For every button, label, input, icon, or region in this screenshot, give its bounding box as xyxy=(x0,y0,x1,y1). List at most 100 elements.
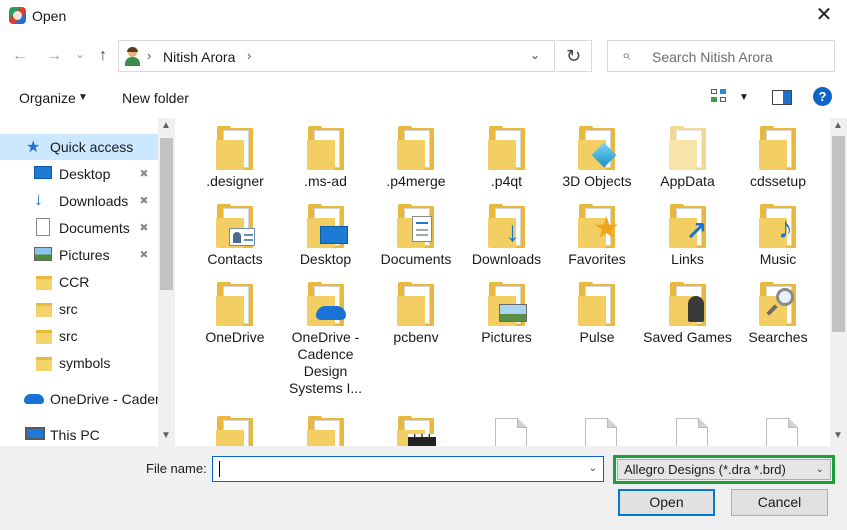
file-item-label: OneDrive - Cadence Design Systems I... xyxy=(288,329,363,396)
up-button[interactable]: ↑ xyxy=(93,46,113,66)
forward-button[interactable]: → xyxy=(44,46,64,66)
file-item[interactable]: Saved Games xyxy=(643,274,733,352)
file-item-label: Pictures xyxy=(481,329,532,345)
folder-icon xyxy=(36,328,52,344)
preview-pane-icon[interactable] xyxy=(772,90,792,105)
new-folder-button[interactable]: New folder xyxy=(122,90,189,106)
scroll-down-icon[interactable]: ▼ xyxy=(161,430,171,441)
sidebar-item-label: OneDrive - Caden xyxy=(50,391,163,407)
sidebar-item-src[interactable]: src xyxy=(0,296,160,322)
file-item[interactable] xyxy=(462,408,552,446)
file-item[interactable]: ↗ Links xyxy=(643,196,733,274)
view-options-icon[interactable] xyxy=(711,89,729,105)
sidebar-item-label: CCR xyxy=(59,274,90,290)
file-item-label: Contacts xyxy=(207,251,263,267)
star-icon: ★ xyxy=(26,139,41,156)
file-type-select[interactable]: Allegro Designs (*.dra *.brd) ⌄ xyxy=(617,459,831,480)
sidebar-item-onedrive[interactable]: OneDrive - Caden xyxy=(0,386,163,412)
sidebar-item-symbols[interactable]: symbols xyxy=(0,350,160,376)
pin-icon[interactable]: ✚ xyxy=(136,166,152,181)
address-dropdown-icon[interactable]: ⌄ xyxy=(530,48,540,62)
file-item[interactable]: AppData xyxy=(643,118,733,196)
file-item[interactable]: OneDrive - Cadence Design Systems I... xyxy=(281,274,371,396)
file-item-label: Pulse xyxy=(579,329,615,345)
view-options-caret-icon[interactable]: ▼ xyxy=(739,92,749,103)
file-name-dropdown-icon[interactable]: ⌄ xyxy=(589,463,597,474)
recent-locations-button[interactable]: ⌄ xyxy=(70,44,90,64)
sidebar-item-quick-access[interactable]: ★ Quick access xyxy=(0,134,160,160)
file-item[interactable]: ↓ Downloads xyxy=(462,196,552,274)
file-item[interactable]: Pulse xyxy=(552,274,642,352)
help-icon[interactable]: ? xyxy=(813,87,832,106)
sidebar-item-pictures[interactable]: Pictures ✚ xyxy=(0,242,160,268)
scroll-up-icon[interactable]: ▲ xyxy=(161,120,171,131)
file-item[interactable]: Searches xyxy=(733,274,823,352)
file-type-value[interactable]: Allegro Designs (*.dra *.brd) xyxy=(624,462,786,477)
breadcrumb-separator[interactable]: › xyxy=(147,48,151,63)
file-item[interactable]: Pictures xyxy=(462,274,552,352)
file-item[interactable] xyxy=(190,408,280,446)
sidebar-item-label: src xyxy=(59,301,78,317)
cancel-button[interactable]: Cancel xyxy=(731,489,828,516)
file-item[interactable]: Contacts xyxy=(190,196,280,274)
file-item[interactable]: ♪ Music xyxy=(733,196,823,274)
file-item[interactable] xyxy=(281,408,371,446)
search-placeholder[interactable]: Search Nitish Arora xyxy=(652,49,773,65)
file-name-input[interactable]: ⌄ xyxy=(212,456,604,482)
file-item[interactable] xyxy=(371,408,461,446)
file-item[interactable]: 3D Objects xyxy=(552,118,642,196)
scrollbar-thumb[interactable] xyxy=(160,138,173,290)
scroll-down-icon[interactable]: ▼ xyxy=(833,430,843,441)
file-item[interactable]: .p4merge xyxy=(371,118,461,196)
sidebar-item-label: This PC xyxy=(50,427,100,443)
close-button[interactable]: ✕ xyxy=(801,0,847,32)
sidebar-item-desktop[interactable]: Desktop ✚ xyxy=(0,161,160,187)
sidebar-item-documents[interactable]: Documents ✚ xyxy=(0,215,160,241)
file-item[interactable]: OneDrive xyxy=(190,274,280,352)
sidebar-item-src-2[interactable]: src xyxy=(0,323,160,349)
sidebar-item-this-pc[interactable]: This PC xyxy=(0,422,160,446)
folder-icon xyxy=(216,416,253,446)
address-bar[interactable]: › Nitish Arora › ⌄ xyxy=(118,40,555,72)
file-item[interactable] xyxy=(733,408,823,446)
file-item[interactable]: .ms-ad xyxy=(281,118,371,196)
back-button[interactable]: ← xyxy=(10,46,30,66)
pin-icon[interactable]: ✚ xyxy=(136,220,152,235)
sidebar-item-label: symbols xyxy=(59,355,111,371)
navigation-bar: ← → ⌄ ↑ › Nitish Arora › ⌄ ↻ ⌕ Search Ni… xyxy=(0,38,847,74)
file-item[interactable]: Documents xyxy=(371,196,461,274)
scroll-up-icon[interactable]: ▲ xyxy=(833,120,843,131)
organize-button[interactable]: Organize xyxy=(19,90,76,106)
pin-icon[interactable]: ✚ xyxy=(136,247,152,262)
folder-icon xyxy=(306,416,344,446)
organize-caret-icon[interactable]: ▼ xyxy=(78,92,88,103)
pin-icon[interactable]: ✚ xyxy=(136,193,152,208)
file-item[interactable]: cdssetup xyxy=(733,118,823,196)
sidebar-scrollbar[interactable]: ▲ ▼ xyxy=(158,118,175,446)
breadcrumb-user[interactable]: Nitish Arora xyxy=(163,49,235,65)
file-item-label: Saved Games xyxy=(643,329,732,345)
cloud-icon xyxy=(24,394,44,404)
open-button[interactable]: Open xyxy=(618,489,715,516)
file-item[interactable]: .p4qt xyxy=(462,118,552,196)
file-item[interactable]: Desktop xyxy=(281,196,371,274)
navigation-pane: ★ Quick access Desktop ✚ ↓ Downloads ✚ D… xyxy=(0,118,175,446)
sidebar-item-ccr[interactable]: CCR xyxy=(0,269,160,295)
breadcrumb-separator[interactable]: › xyxy=(247,48,251,63)
folder-icon xyxy=(216,282,253,326)
file-item[interactable]: .designer xyxy=(190,118,280,196)
file-item[interactable]: pcbenv xyxy=(371,274,461,352)
sidebar-item-downloads[interactable]: ↓ Downloads ✚ xyxy=(0,188,160,214)
file-list-scrollbar[interactable]: ▲ ▼ xyxy=(830,118,847,446)
file-item[interactable] xyxy=(552,408,642,446)
search-box[interactable]: ⌕ Search Nitish Arora xyxy=(607,40,835,72)
refresh-button[interactable]: ↻ xyxy=(556,40,592,72)
file-type-dropdown-icon[interactable]: ⌄ xyxy=(816,464,824,475)
file-item[interactable]: ★ Favorites xyxy=(552,196,642,274)
title-bar: Open ✕ xyxy=(0,0,847,32)
file-item[interactable] xyxy=(643,408,733,446)
folder-downloads-icon: ↓ xyxy=(487,204,525,248)
scrollbar-thumb[interactable] xyxy=(832,136,845,332)
folder-icon xyxy=(487,126,525,170)
file-name-label: File name: xyxy=(146,461,207,476)
